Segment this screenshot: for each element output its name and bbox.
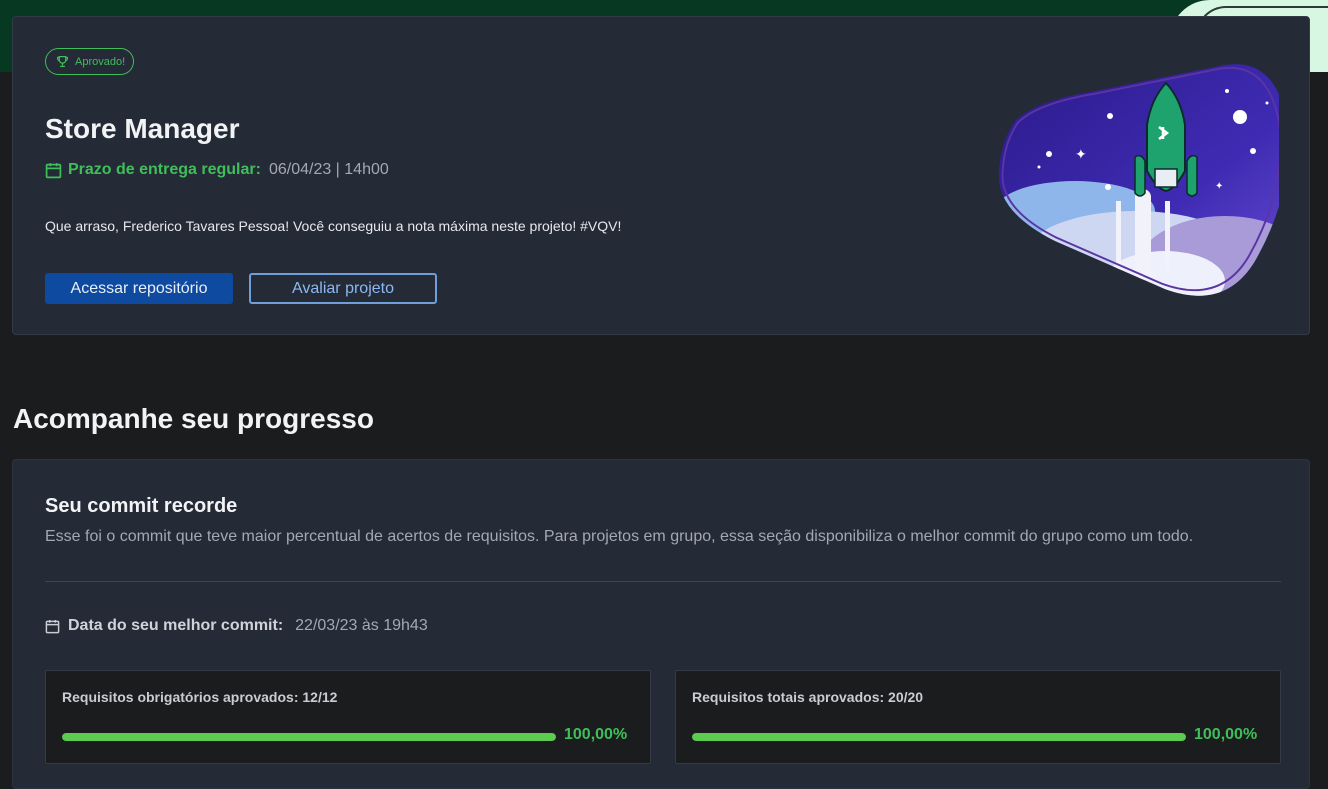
commit-record-description: Esse foi o commit que teve maior percent… <box>45 528 1194 545</box>
project-card: Aprovado! Store Manager Prazo de entrega… <box>12 16 1310 335</box>
mandatory-progress-fill <box>62 733 556 741</box>
best-commit-label: Data do seu melhor commit: <box>68 617 284 634</box>
approved-badge: Aprovado! <box>45 48 135 75</box>
progress-section-title: Acompanhe seu progresso <box>13 403 374 434</box>
commit-record-title: Seu commit recorde <box>45 495 238 517</box>
total-requirements-label: Requisitos totais aprovados: 20/20 <box>692 689 924 705</box>
total-progress-fill <box>692 733 1186 741</box>
mandatory-requirements-box: Requisitos obrigatórios aprovados: 12/12… <box>45 670 651 764</box>
deadline-label: Prazo de entrega regular: <box>68 161 261 178</box>
mandatory-progress-bar <box>62 733 556 741</box>
calendar-icon <box>45 162 62 178</box>
mandatory-requirements-label: Requisitos obrigatórios aprovados: 12/12 <box>62 689 338 705</box>
commit-record-card: Seu commit recorde Esse foi o commit que… <box>12 459 1310 789</box>
approved-badge-label: Aprovado! <box>75 55 126 68</box>
deadline-value: 06/04/23 | 14h00 <box>268 161 389 178</box>
trophy-icon <box>57 56 68 67</box>
deadline-row: Prazo de entrega regular: 06/04/23 | 14h… <box>45 161 389 179</box>
best-commit-value: 22/03/23 às 19h43 <box>295 617 428 634</box>
calendar-icon <box>45 619 60 633</box>
access-repository-button[interactable]: Acessar repositório <box>45 273 233 304</box>
best-commit-row: Data do seu melhor commit: 22/03/23 às 1… <box>45 617 428 635</box>
rate-project-button[interactable]: Avaliar projeto <box>249 273 437 304</box>
divider <box>45 581 1281 582</box>
total-requirements-box: Requisitos totais aprovados: 20/20 100,0… <box>675 670 1281 764</box>
svg-text:✦: ✦ <box>1075 147 1087 163</box>
project-title: Store Manager <box>45 113 240 144</box>
mandatory-percent: 100,00% <box>564 726 628 743</box>
svg-text:✦: ✦ <box>1215 181 1223 192</box>
total-progress-bar <box>692 733 1186 741</box>
total-percent: 100,00% <box>1194 726 1258 743</box>
rocket-illustration: ✦ ✦ <box>998 64 1279 296</box>
congrats-message: Que arraso, Frederico Tavares Pessoa! Vo… <box>45 218 622 234</box>
